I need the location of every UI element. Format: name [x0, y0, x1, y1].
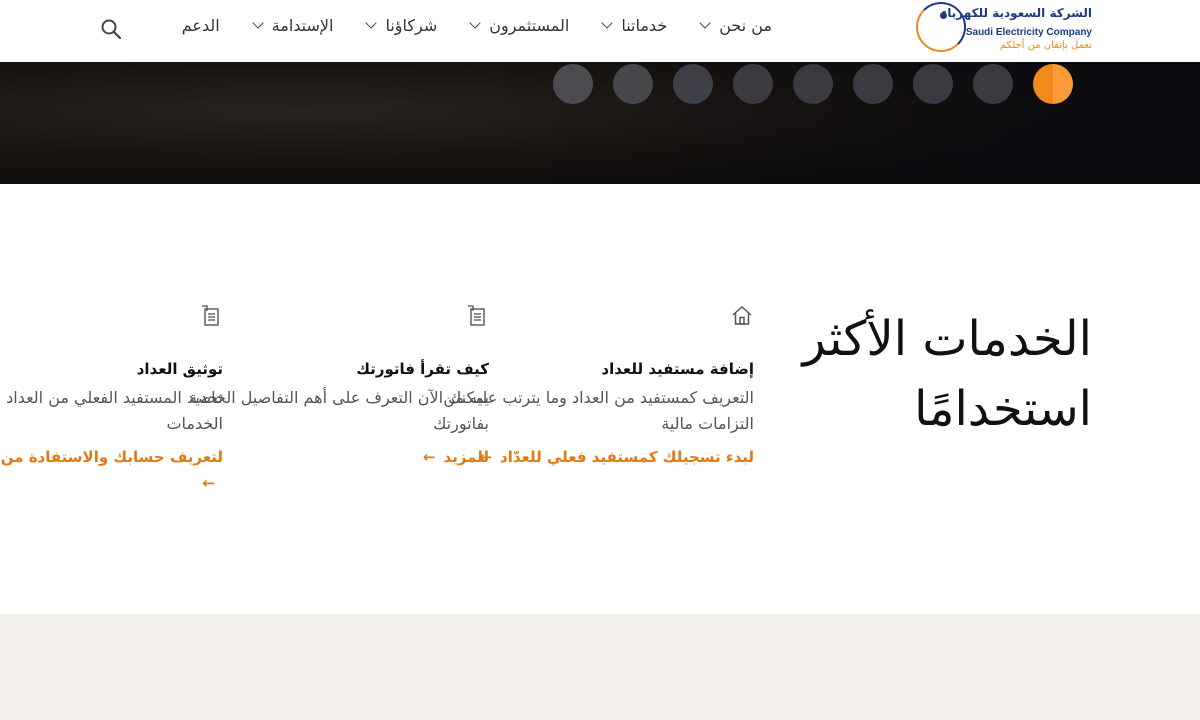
slide-dot-6[interactable] [733, 64, 773, 104]
slide-dot-4[interactable] [853, 64, 893, 104]
slide-dot-5[interactable] [793, 64, 833, 104]
nav-item-services[interactable]: خدماتنا [601, 16, 668, 35]
house-icon [730, 304, 754, 328]
service-card-link-text: لتعريف حسابك والاستفادة من كافة الخدمات [0, 448, 223, 466]
logo-name-english: Saudi Electricity Company [965, 27, 1092, 38]
logo-name-arabic: الشركة السعودية للكهرباء [941, 6, 1092, 20]
service-card-title: توثيق العداد [136, 360, 223, 378]
service-card-link-text: للمزيد [443, 448, 489, 466]
chevron-down-icon [252, 17, 264, 29]
nav-item-label: من نحن [719, 16, 772, 35]
slide-dot-9[interactable] [553, 64, 593, 104]
chevron-down-icon [699, 17, 711, 29]
document-icon [199, 304, 223, 328]
nav-item-about[interactable]: من نحن [699, 16, 772, 35]
service-card-title: إضافة مستفيد للعداد [601, 360, 754, 378]
top-navigation-bar: الشركة السعودية للكهرباء Saudi Electrici… [0, 0, 1200, 63]
service-card-link-text: لبدء تسجيلك كمستفيد فعلي للعدّاد [500, 448, 754, 466]
arrow-left-icon: ← [422, 448, 436, 466]
service-card-link[interactable]: لتعريف حسابك والاستفادة من كافة الخدمات ← [0, 444, 223, 496]
nav-item-label: المستثمرون [489, 16, 570, 35]
nav-item-partners[interactable]: شركاؤنا [365, 16, 438, 35]
slide-dot-2[interactable] [973, 64, 1013, 104]
chevron-down-icon [601, 17, 613, 29]
slide-dot-1-active[interactable] [1033, 64, 1073, 104]
chevron-down-icon [469, 17, 481, 29]
main-nav: من نحن خدماتنا المستثمرون شركاؤنا الإستد… [136, 16, 772, 35]
most-used-services-section: الخدمات الأكثر استخدامًا إضافة مستفيد لل… [0, 184, 1200, 614]
slide-dot-7[interactable] [673, 64, 713, 104]
arrow-left-icon: ← [202, 474, 215, 492]
service-card-title: كيف تقرأ فاتورتك [356, 360, 489, 378]
service-card-description: تحديد المستفيد الفعلي من العداد والاستفا… [0, 388, 223, 433]
document-icon [465, 304, 489, 328]
slide-dot-3[interactable] [913, 64, 953, 104]
chevron-down-icon [365, 17, 378, 29]
next-section-background [0, 614, 1200, 720]
search-icon[interactable] [100, 18, 122, 40]
logo-tagline: نعمل بإتقان من أجلكم [1000, 40, 1092, 51]
section-title: الخدمات الأكثر استخدامًا [802, 311, 1092, 437]
hero-slider [0, 62, 1200, 184]
nav-item-label: خدماتنا [621, 16, 668, 35]
slider-pagination [553, 64, 1073, 104]
nav-item-label: الدعم [181, 16, 220, 35]
nav-item-label: الإستدامة [271, 16, 334, 35]
sec-logo[interactable]: الشركة السعودية للكهرباء Saudi Electrici… [912, 0, 1094, 60]
nav-item-label: شركاؤنا [385, 16, 438, 35]
nav-item-support[interactable]: الدعم [170, 16, 220, 35]
slide-dot-8[interactable] [613, 64, 653, 104]
nav-item-sustainability[interactable]: الإستدامة [252, 16, 334, 35]
nav-item-investors[interactable]: المستثمرون [469, 16, 570, 35]
